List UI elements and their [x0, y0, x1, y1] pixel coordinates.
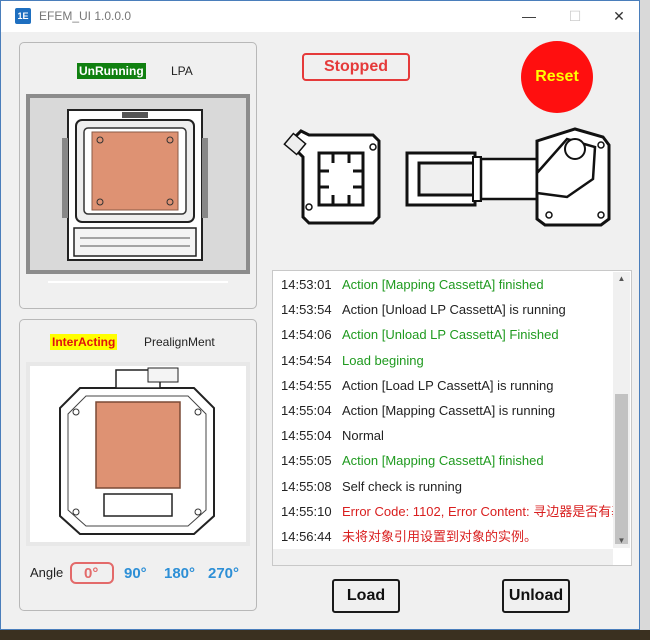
angle-option-270[interactable]: 270°: [208, 565, 239, 582]
log-message: Action [Mapping CassettA] finished: [342, 453, 544, 469]
lpa-panel: UnRunning LPA: [19, 42, 257, 309]
log-message: Action [Unload LP CassettA] Finished: [342, 327, 559, 343]
load-button[interactable]: Load: [332, 579, 400, 613]
unload-button[interactable]: Unload: [502, 579, 570, 613]
robot-arm-icon: [405, 127, 611, 227]
lpa-status-badge: UnRunning: [77, 63, 146, 79]
log-time: 14:55:10: [281, 503, 332, 519]
log-list[interactable]: 14:53:01 Action [Mapping CassettA] finish…: [272, 270, 632, 566]
log-time: 14:54:54: [281, 352, 332, 368]
app-window: 1E EFEM_UI 1.0.0.0 — ☐ ✕ UnRunning LPA I…: [0, 0, 640, 630]
log-vertical-scrollbar[interactable]: ▲ ▼: [613, 272, 630, 548]
log-time: 14:56:44: [281, 529, 332, 544]
log-message: Error Code: 1102, Error Content: 寻边器是否有基: [342, 503, 625, 519]
log-time: 14:54:06: [281, 327, 332, 343]
maximize-icon[interactable]: ☐: [552, 1, 598, 32]
window-title: EFEM_UI 1.0.0.0: [39, 9, 132, 23]
angle-option-90[interactable]: 90°: [124, 565, 147, 582]
machine-status-indicator: Stopped: [302, 53, 410, 81]
aligner-station-icon: [283, 129, 381, 225]
angle-option-180[interactable]: 180°: [164, 565, 195, 582]
log-message: Action [Load LP CassettA] is running: [342, 377, 554, 393]
log-horizontal-scrollbar[interactable]: [273, 549, 613, 565]
load-port-image: [26, 94, 250, 274]
robot-diagram: [283, 127, 611, 227]
background-desktop-bottom: [0, 630, 650, 640]
log-time: 14:53:01: [281, 277, 332, 292]
log-message: Action [Mapping CassettA] is running: [342, 403, 556, 418]
log-message: Load begining: [342, 352, 424, 368]
log-time: 14:55:04: [281, 403, 332, 418]
close-icon[interactable]: ✕: [596, 1, 642, 32]
app-icon: 1E: [15, 8, 31, 24]
angle-option-0[interactable]: 0°: [84, 565, 98, 582]
scroll-down-icon[interactable]: ▼: [613, 534, 630, 548]
background-window-right: [640, 0, 650, 640]
angle-label: Angle: [30, 565, 64, 580]
prealigner-drawing: [59, 367, 215, 535]
log-message: Self check is running: [342, 478, 462, 494]
log-time: 14:55:05: [281, 453, 332, 469]
minimize-icon[interactable]: —: [506, 1, 552, 32]
scroll-up-icon[interactable]: ▲: [613, 272, 630, 286]
log-time: 14:55:08: [281, 478, 332, 494]
log-message: Action [Unload LP CassettA] is running: [342, 302, 566, 318]
prealign-label: PrealignMent: [144, 335, 215, 349]
title-bar: 1E EFEM_UI 1.0.0.0 — ☐ ✕: [1, 1, 639, 32]
log-time: 14:55:04: [281, 428, 332, 444]
reset-button[interactable]: Reset: [521, 41, 593, 113]
log-message: 未将对象引用设置到对象的实例。: [342, 529, 538, 544]
prealigner-image: [26, 362, 250, 546]
prealign-status-badge: InterActing: [50, 334, 118, 350]
log-message: Normal: [342, 428, 384, 444]
load-port-drawing: [62, 109, 208, 261]
scroll-thumb[interactable]: [615, 394, 628, 544]
log-message: Action [Mapping CassettA] finished: [342, 277, 544, 292]
prealign-panel: InterActing PrealignMent Angle 0° 90° 18…: [19, 319, 257, 611]
log-time: 14:54:55: [281, 377, 332, 393]
lpa-label: LPA: [171, 64, 193, 78]
log-time: 14:53:54: [281, 302, 332, 318]
lpa-progress-line: [48, 281, 228, 283]
